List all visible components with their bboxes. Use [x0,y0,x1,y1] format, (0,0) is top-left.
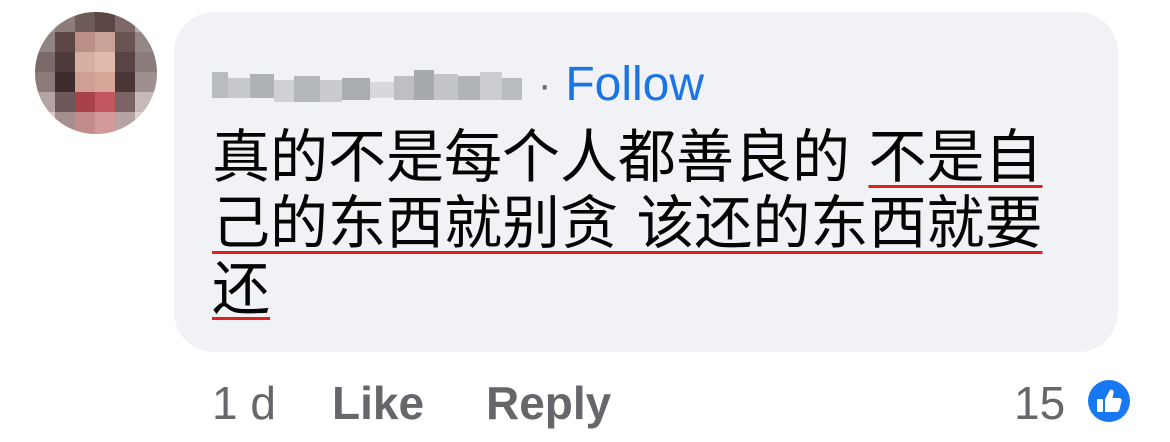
follow-link[interactable]: Follow [565,61,704,109]
thumbs-up-icon[interactable] [1084,376,1134,426]
reaction-count[interactable]: 15 [1014,374,1065,432]
author-name[interactable] [212,64,524,106]
comment-timestamp[interactable]: 1 d [212,374,276,432]
avatar[interactable] [35,12,157,134]
like-button[interactable]: Like [332,374,424,432]
reply-button[interactable]: Reply [486,374,611,432]
comment-header: · Follow [212,58,704,112]
separator-dot: · [538,63,552,107]
avatar-image [35,12,157,134]
comment-text: 真的不是每个人都善良的 不是自己的东西就别贪 该还的东西就要还 [212,124,1092,322]
comment-text-plain: 真的不是每个人都善良的 [212,123,869,191]
